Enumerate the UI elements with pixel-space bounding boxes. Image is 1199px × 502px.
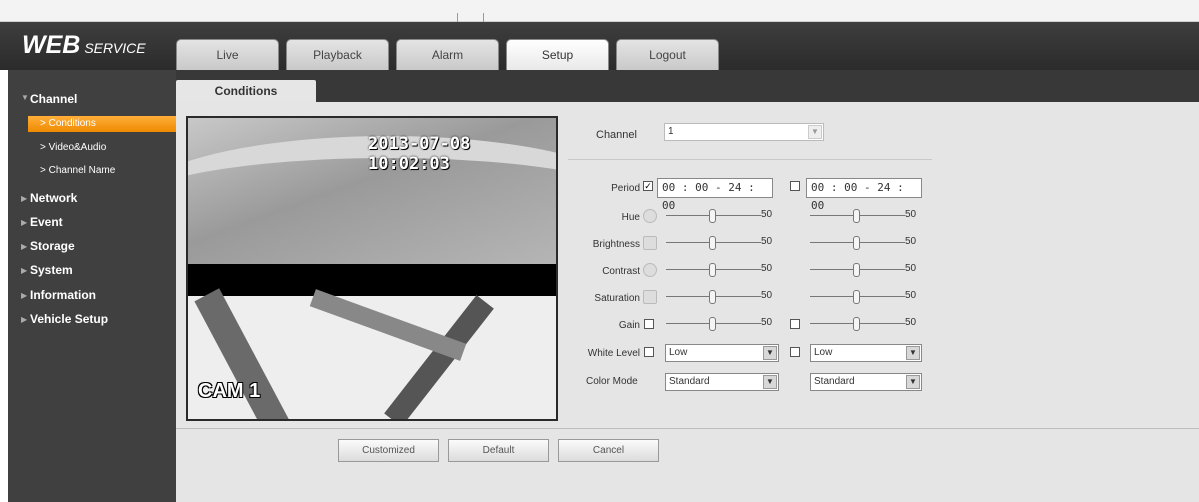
period1-checkbox[interactable]: ✓: [643, 181, 653, 191]
gain-slider-right[interactable]: 50: [810, 316, 922, 332]
slider-thumb[interactable]: [853, 317, 860, 331]
contrast-label: Contrast: [602, 266, 640, 277]
sidebar: ▼ Channel > Conditions > Video&Audio > C…: [8, 70, 177, 502]
default-button[interactable]: Default: [448, 439, 549, 462]
tab-logout[interactable]: Logout: [616, 39, 719, 70]
sidebar-item-information[interactable]: Information: [30, 288, 96, 302]
slider-thumb[interactable]: [853, 209, 860, 223]
tab-setup[interactable]: Setup: [506, 39, 609, 70]
gain-slider-left[interactable]: 50: [666, 316, 778, 332]
sidebar-item-vehicle-setup[interactable]: Vehicle Setup: [30, 312, 108, 326]
slider-thumb[interactable]: [709, 290, 716, 304]
collapse-icon: ▶: [21, 291, 28, 300]
chevron-down-icon: ▼: [763, 375, 777, 389]
hue-slider-right[interactable]: 50: [810, 208, 922, 224]
collapse-icon: ▶: [21, 266, 28, 275]
gain-checkbox-left[interactable]: [644, 319, 654, 329]
strip-mark: [483, 13, 484, 22]
slider-thumb[interactable]: [853, 263, 860, 277]
channel-select[interactable]: 1 ▼: [664, 123, 824, 141]
hue-label: Hue: [621, 212, 640, 223]
camera-image-detail: [309, 289, 467, 361]
camera-label: CAM 1: [198, 380, 261, 402]
hue-slider-left[interactable]: 50: [666, 208, 778, 224]
customized-button[interactable]: Customized: [338, 439, 439, 462]
chevron-down-icon: ▼: [808, 125, 822, 139]
contrast-icon: [643, 263, 657, 277]
white-level-select-left[interactable]: Low ▼: [665, 344, 779, 362]
strip-mark: [457, 13, 458, 22]
brightness-icon: [643, 236, 657, 250]
slider-thumb[interactable]: [709, 209, 716, 223]
white-level-checkbox-right[interactable]: [790, 347, 800, 357]
slider-thumb[interactable]: [709, 236, 716, 250]
sidebar-item-conditions[interactable]: > Conditions: [28, 116, 177, 132]
sidebar-item-event[interactable]: Event: [30, 215, 63, 229]
color-mode-label: Color Mode: [586, 376, 638, 387]
channel-label: Channel: [596, 129, 637, 141]
brightness-slider-right[interactable]: 50: [810, 235, 922, 251]
slider-thumb[interactable]: [853, 290, 860, 304]
chevron-down-icon: ▼: [763, 346, 777, 360]
chevron-down-icon: ▼: [906, 375, 920, 389]
collapse-icon: ▶: [21, 218, 28, 227]
gain-checkbox-right[interactable]: [790, 319, 800, 329]
logo-main: WEB: [22, 31, 81, 59]
tab-live[interactable]: Live: [176, 39, 279, 70]
channel-value: 1: [668, 126, 674, 137]
tab-conditions[interactable]: Conditions: [176, 80, 316, 102]
contrast-slider-right[interactable]: 50: [810, 262, 922, 278]
video-preview: 2013-07-08 10:02:03 CAM 1: [186, 116, 558, 421]
slider-thumb[interactable]: [853, 236, 860, 250]
timestamp-overlay: 2013-07-08 10:02:03: [368, 134, 471, 174]
subtab-bar: [176, 70, 1199, 102]
slider-thumb[interactable]: [709, 263, 716, 277]
tab-playback[interactable]: Playback: [286, 39, 389, 70]
brightness-slider-left[interactable]: 50: [666, 235, 778, 251]
sidebar-item-network[interactable]: Network: [30, 191, 77, 205]
saturation-icon: [643, 290, 657, 304]
divider: [176, 428, 1199, 429]
app-header: WEB SERVICE Live Playback Alarm Setup Log…: [0, 22, 1199, 70]
browser-top-strip: [0, 0, 1199, 22]
period2-input[interactable]: 00 : 00 - 24 : 00: [806, 178, 922, 212]
logo-sub: SERVICE: [84, 40, 146, 56]
collapse-icon: ▶: [21, 242, 28, 251]
saturation-slider-right[interactable]: 50: [810, 289, 922, 305]
gain-label: Gain: [618, 320, 640, 331]
divider: [568, 159, 932, 160]
hue-icon: [643, 209, 657, 223]
logo: WEB SERVICE: [22, 32, 146, 63]
white-level-checkbox-left[interactable]: [644, 347, 654, 357]
white-level-label: White Level: [587, 348, 640, 359]
period-label: Period: [611, 183, 640, 194]
saturation-slider-left[interactable]: 50: [666, 289, 778, 305]
saturation-label: Saturation: [594, 293, 640, 304]
tab-alarm[interactable]: Alarm: [396, 39, 499, 70]
collapse-icon: ▶: [21, 315, 28, 324]
chevron-down-icon: ▼: [906, 346, 920, 360]
expand-icon: ▼: [21, 93, 29, 102]
cancel-button[interactable]: Cancel: [558, 439, 659, 462]
color-mode-select-right[interactable]: Standard ▼: [810, 373, 922, 391]
collapse-icon: ▶: [21, 194, 28, 203]
camera-image-detail: [384, 295, 494, 419]
slider-thumb[interactable]: [709, 317, 716, 331]
white-level-select-right[interactable]: Low ▼: [810, 344, 922, 362]
sidebar-item-video-audio[interactable]: > Video&Audio: [28, 140, 177, 156]
brightness-label: Brightness: [592, 239, 640, 250]
sidebar-item-system[interactable]: System: [30, 263, 73, 277]
period2-checkbox[interactable]: [790, 181, 800, 191]
color-mode-select-left[interactable]: Standard ▼: [665, 373, 779, 391]
sidebar-item-channel-name[interactable]: > Channel Name: [28, 163, 177, 179]
sidebar-item-storage[interactable]: Storage: [30, 239, 75, 253]
period1-input[interactable]: 00 : 00 - 24 : 00: [657, 178, 773, 212]
contrast-slider-left[interactable]: 50: [666, 262, 778, 278]
sidebar-item-channel[interactable]: Channel: [30, 92, 77, 106]
